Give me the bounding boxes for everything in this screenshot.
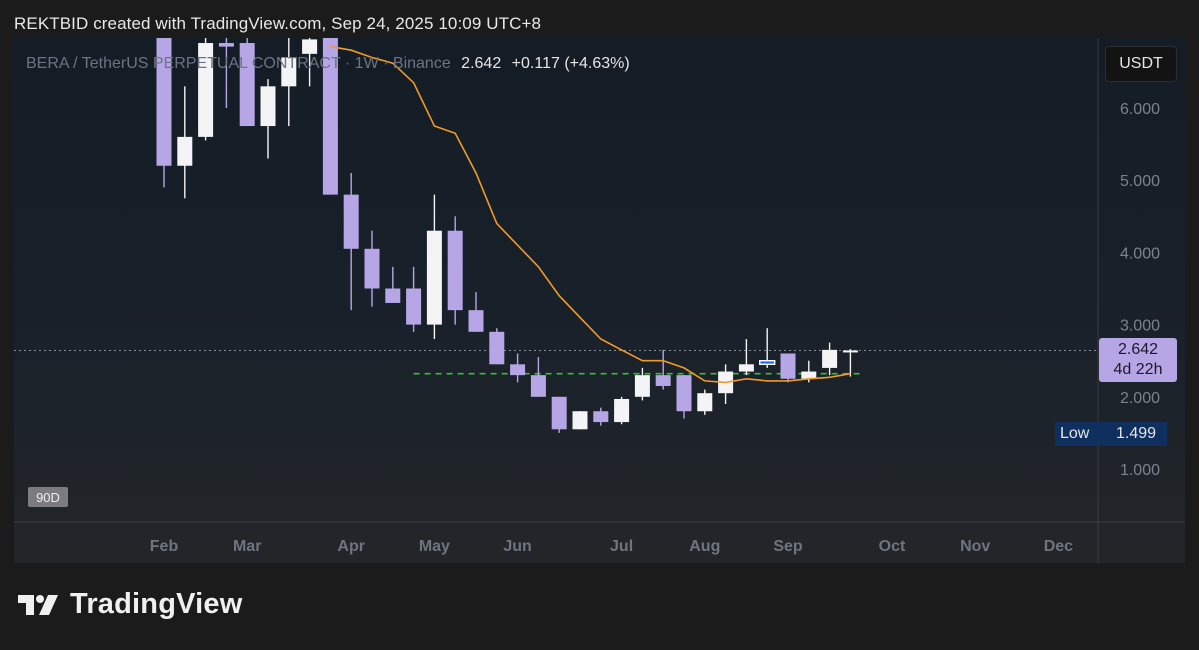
candle-body[interactable] bbox=[447, 230, 463, 311]
last-price-tag: 2.642 4d 22h bbox=[1099, 338, 1177, 382]
low-label: Low bbox=[1060, 425, 1090, 442]
candle-body[interactable] bbox=[530, 375, 546, 397]
candle-body[interactable] bbox=[218, 43, 234, 47]
last-price-value: 2.642 bbox=[1117, 341, 1159, 358]
candle-body[interactable] bbox=[634, 375, 650, 397]
bar-countdown: 4d 22h bbox=[1113, 361, 1163, 378]
candle-body[interactable] bbox=[510, 364, 526, 376]
symbol-price: 2.642 bbox=[461, 55, 502, 72]
symbol-title: BERA / TetherUS PERPETUAL CONTRACT · 1W … bbox=[26, 55, 451, 72]
y-tick-label: 3.000 bbox=[1120, 318, 1160, 335]
candlestick-chart[interactable]: 6.000 5.000 4.000 3.000 2.000 1.000 Feb Mar Apr M… bbox=[0, 0, 1199, 650]
candle-body[interactable] bbox=[260, 86, 276, 127]
candle-body[interactable] bbox=[593, 411, 609, 423]
x-tick-label: Dec bbox=[1044, 538, 1073, 555]
x-tick-label: Feb bbox=[150, 538, 179, 555]
x-tick-label: Apr bbox=[337, 538, 365, 555]
low-marker: Low 1.499 bbox=[1055, 422, 1167, 446]
candle-body[interactable] bbox=[842, 350, 858, 353]
candle-body[interactable] bbox=[177, 136, 193, 166]
y-tick-label: 2.000 bbox=[1120, 390, 1160, 407]
candle-body[interactable] bbox=[697, 393, 713, 412]
candle-body[interactable] bbox=[468, 310, 484, 332]
x-tick-label: Mar bbox=[233, 538, 261, 555]
y-tick-label: 5.000 bbox=[1120, 173, 1160, 190]
x-tick-label: Sep bbox=[773, 538, 803, 555]
x-tick-label: May bbox=[419, 538, 450, 555]
candle-body[interactable] bbox=[822, 349, 838, 368]
x-tick-label: Jul bbox=[610, 538, 633, 555]
y-tick-label: 1.000 bbox=[1120, 462, 1160, 479]
candle-body[interactable] bbox=[780, 353, 796, 379]
low-value: 1.499 bbox=[1116, 425, 1157, 442]
currency-button[interactable]: USDT bbox=[1105, 46, 1177, 82]
tradingview-logo-icon bbox=[18, 594, 58, 615]
symbol-change: +0.117 (+4.63%) bbox=[511, 55, 630, 72]
y-tick-label: 4.000 bbox=[1120, 245, 1160, 262]
moving-average-line[interactable] bbox=[330, 45, 851, 384]
tradingview-logo: TradingView bbox=[18, 588, 243, 621]
logo-text: TradingView bbox=[70, 588, 243, 620]
x-tick-label: Oct bbox=[879, 538, 906, 555]
candle-body[interactable] bbox=[738, 364, 754, 372]
candle-body[interactable] bbox=[406, 288, 422, 325]
candle-body[interactable] bbox=[302, 39, 318, 54]
candle-body[interactable] bbox=[385, 288, 401, 303]
x-tick-label: Jun bbox=[503, 538, 531, 555]
candle-body[interactable] bbox=[426, 230, 442, 325]
symbol-info: BERA / TetherUS PERPETUAL CONTRACT · 1W … bbox=[26, 55, 630, 73]
candle-body[interactable] bbox=[676, 375, 692, 412]
candle-body[interactable] bbox=[489, 331, 505, 365]
range-button-90d[interactable]: 90D bbox=[28, 487, 68, 507]
candle-body[interactable] bbox=[551, 396, 567, 430]
candle-body[interactable] bbox=[759, 360, 776, 366]
candle-body[interactable] bbox=[614, 398, 630, 423]
candle-body[interactable] bbox=[572, 411, 588, 430]
x-tick-label: Aug bbox=[689, 538, 720, 555]
y-tick-label: 6.000 bbox=[1120, 101, 1160, 118]
candle-body[interactable] bbox=[655, 375, 671, 386]
x-tick-label: Nov bbox=[960, 538, 990, 555]
candle-body[interactable] bbox=[343, 194, 359, 249]
candle-body[interactable] bbox=[364, 248, 380, 289]
